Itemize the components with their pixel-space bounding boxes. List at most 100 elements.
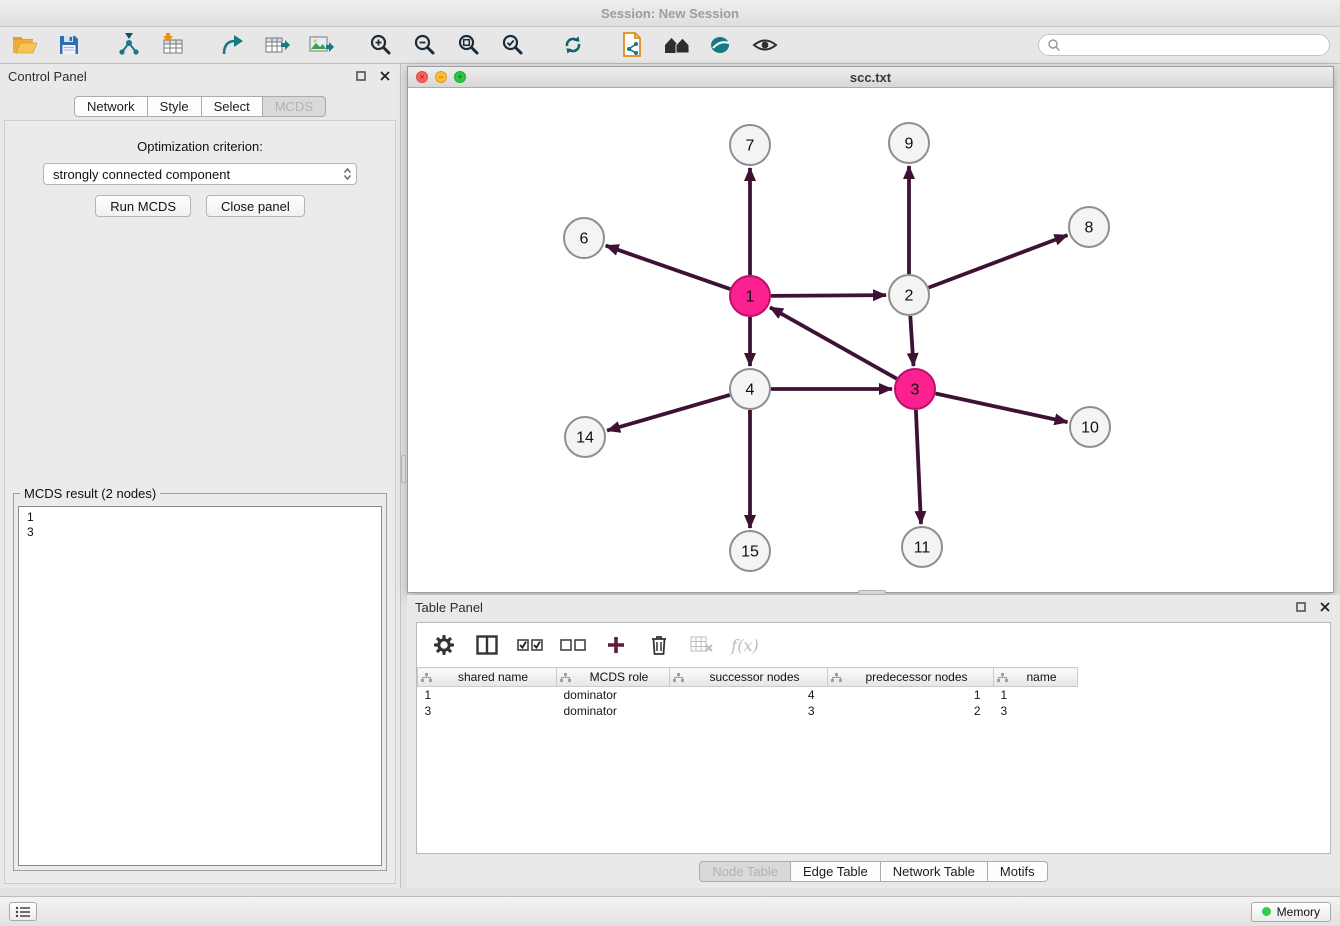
- table-cell[interactable]: 3: [994, 703, 1078, 719]
- column-header-name[interactable]: name: [994, 668, 1078, 687]
- table-row[interactable]: 3dominator323: [418, 703, 1331, 719]
- graph-node-11[interactable]: 11: [902, 527, 942, 567]
- column-header-MCDS-role[interactable]: MCDS role: [557, 668, 670, 687]
- zoom-out-icon: [413, 33, 437, 57]
- search-input[interactable]: [1067, 38, 1321, 52]
- svg-text:11: 11: [914, 540, 931, 557]
- refresh-button[interactable]: [558, 30, 588, 60]
- export-network-icon: [220, 33, 246, 57]
- graph-edge-3-1[interactable]: [770, 307, 897, 378]
- tab-style[interactable]: Style: [148, 96, 202, 117]
- graph-node-7[interactable]: 7: [730, 125, 770, 165]
- close-panel-button[interactable]: [378, 69, 392, 83]
- graph-edge-3-11[interactable]: [916, 410, 921, 524]
- column-label: name: [1026, 670, 1056, 684]
- graph-node-3[interactable]: 3: [895, 369, 935, 409]
- window-minimize-button[interactable]: −: [435, 71, 447, 83]
- save-session-button[interactable]: [54, 30, 84, 60]
- window-zoom-button[interactable]: +: [454, 71, 466, 83]
- table-header-row: shared name MCDS role successor nodesprede…: [418, 668, 1331, 687]
- table-cell[interactable]: dominator: [557, 687, 670, 703]
- run-mcds-button[interactable]: Run MCDS: [95, 195, 191, 217]
- criterion-select[interactable]: strongly connected component: [43, 163, 357, 185]
- zoom-in-icon: [369, 33, 393, 57]
- vertical-splitter-handle[interactable]: [401, 455, 406, 483]
- memory-button[interactable]: Memory: [1251, 902, 1331, 922]
- graph-node-2[interactable]: 2: [889, 275, 929, 315]
- graph-edge-2-8[interactable]: [929, 235, 1068, 288]
- graph-node-1[interactable]: 1: [730, 276, 770, 316]
- zoom-in-button[interactable]: [366, 30, 396, 60]
- unselect-all-columns-button[interactable]: [560, 632, 586, 658]
- houses-icon: [663, 34, 691, 56]
- graph-edge-1-6[interactable]: [606, 246, 731, 290]
- table-cell[interactable]: 3: [418, 703, 557, 719]
- show-columns-button[interactable]: [474, 632, 500, 658]
- column-sort-icon: [831, 672, 842, 686]
- float-panel-button[interactable]: [354, 69, 368, 83]
- column-header-shared-name[interactable]: shared name: [418, 668, 557, 687]
- table-row[interactable]: 1dominator411: [418, 687, 1331, 703]
- graph-edge-4-14[interactable]: [607, 395, 730, 431]
- zoom-selected-button[interactable]: [498, 30, 528, 60]
- float-table-panel-button[interactable]: [1294, 600, 1308, 614]
- table-cell[interactable]: 4: [670, 687, 828, 703]
- table-cell[interactable]: 2: [828, 703, 994, 719]
- graph-edge-1-2[interactable]: [771, 295, 886, 296]
- graph-node-6[interactable]: 6: [564, 218, 604, 258]
- column-label: MCDS role: [590, 670, 649, 684]
- tab-select[interactable]: Select: [202, 96, 263, 117]
- column-header-successor-nodes[interactable]: successor nodes: [670, 668, 828, 687]
- svg-text:14: 14: [576, 430, 594, 447]
- graph-node-10[interactable]: 10: [1070, 407, 1110, 447]
- float-icon: [1296, 602, 1306, 612]
- graph-node-15[interactable]: 15: [730, 531, 770, 571]
- graph-node-9[interactable]: 9: [889, 123, 929, 163]
- search-field[interactable]: [1038, 34, 1330, 56]
- tab-mcds[interactable]: MCDS: [263, 96, 326, 117]
- table-body: 1dominator4113dominator323: [418, 687, 1331, 719]
- close-table-panel-button[interactable]: [1318, 600, 1332, 614]
- floppy-disk-icon: [58, 34, 80, 56]
- tab-network-table[interactable]: Network Table: [881, 861, 988, 882]
- close-panel-button-mcds[interactable]: Close panel: [206, 195, 305, 217]
- table-settings-button[interactable]: [431, 632, 457, 658]
- import-table-button[interactable]: [158, 30, 188, 60]
- import-network-button[interactable]: [114, 30, 144, 60]
- delete-table-button: [689, 632, 715, 658]
- apply-style-button[interactable]: [706, 30, 736, 60]
- tab-network[interactable]: Network: [74, 96, 148, 117]
- network-overview-button[interactable]: [662, 30, 692, 60]
- tab-edge-table[interactable]: Edge Table: [791, 861, 881, 882]
- table-cell[interactable]: dominator: [557, 703, 670, 719]
- column-header-predecessor-nodes[interactable]: predecessor nodes: [828, 668, 994, 687]
- graph-node-14[interactable]: 14: [565, 417, 605, 457]
- tab-node-table[interactable]: Node Table: [699, 861, 791, 882]
- window-close-button[interactable]: ×: [416, 71, 428, 83]
- export-network-button[interactable]: [218, 30, 248, 60]
- table-cell[interactable]: 1: [994, 687, 1078, 703]
- select-all-columns-button[interactable]: [517, 632, 543, 658]
- tab-motifs[interactable]: Motifs: [988, 861, 1048, 882]
- delete-column-button[interactable]: [646, 632, 672, 658]
- show-graphics-button[interactable]: [750, 30, 780, 60]
- graph-edge-3-10[interactable]: [936, 394, 1068, 423]
- graph-node-4[interactable]: 4: [730, 369, 770, 409]
- unchecked-boxes-icon: [560, 637, 586, 653]
- open-session-button[interactable]: [10, 30, 40, 60]
- zoom-out-button[interactable]: [410, 30, 440, 60]
- svg-text:6: 6: [580, 231, 589, 248]
- graph-edge-2-3[interactable]: [910, 316, 913, 366]
- network-canvas[interactable]: 7 9 6 8 1 2 4 3 14 10 15 11: [408, 88, 1333, 592]
- table-cell[interactable]: 1: [828, 687, 994, 703]
- export-table-button[interactable]: [262, 30, 292, 60]
- style-brush-icon: [709, 34, 733, 56]
- task-history-button[interactable]: [9, 902, 37, 921]
- table-cell[interactable]: 3: [670, 703, 828, 719]
- graph-node-8[interactable]: 8: [1069, 207, 1109, 247]
- table-cell[interactable]: 1: [418, 687, 557, 703]
- zoom-fit-button[interactable]: [454, 30, 484, 60]
- export-image-button[interactable]: [306, 30, 336, 60]
- clone-network-button[interactable]: [618, 30, 648, 60]
- add-column-button[interactable]: [603, 632, 629, 658]
